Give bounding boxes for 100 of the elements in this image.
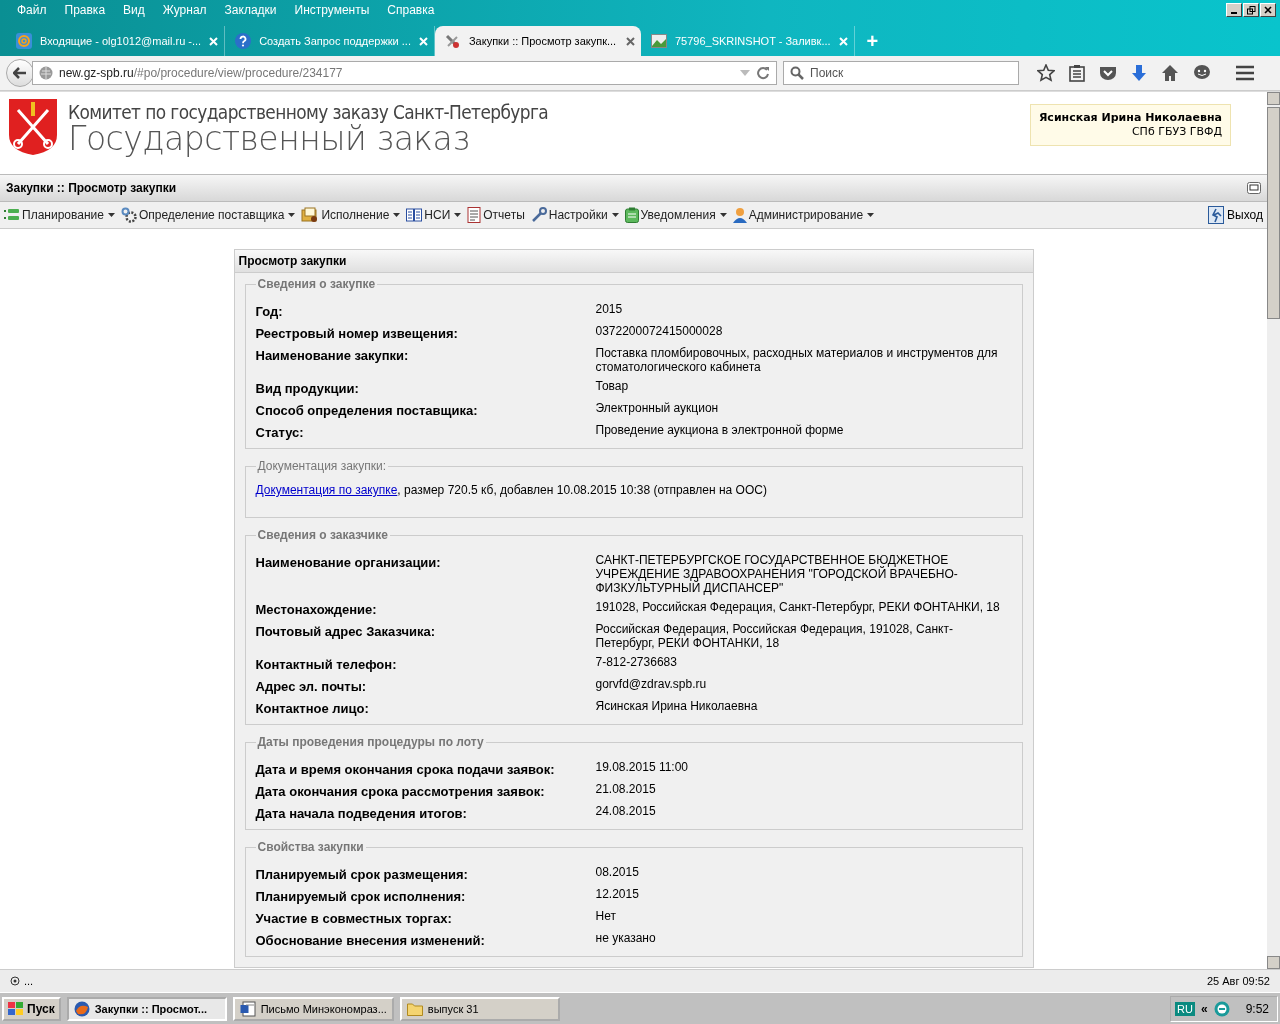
field-value: Нет xyxy=(595,909,617,925)
document-icon xyxy=(239,1001,256,1017)
field-value: 21.08.2015 xyxy=(595,782,657,798)
globe-icon xyxy=(73,1001,90,1017)
toolbar-menu[interactable]: Настройки xyxy=(530,207,619,223)
section-title: Даты проведения процедуры по лоту xyxy=(256,735,485,749)
question-icon xyxy=(235,33,252,49)
menu-item[interactable]: Правка xyxy=(55,3,115,17)
site-title: Государственный заказ xyxy=(68,122,470,156)
field-value: 24.08.2015 xyxy=(595,804,657,820)
field-value: Проведение аукциона в электронной форме xyxy=(595,423,845,439)
field-value: 0372200072415000028 xyxy=(595,324,724,340)
restore-button[interactable] xyxy=(1243,3,1259,17)
folder-icon xyxy=(301,207,320,223)
start-button[interactable]: Пуск xyxy=(2,997,61,1021)
status-text: ... xyxy=(24,975,34,987)
status-datetime: 25 Авг 09:52 xyxy=(1206,975,1270,987)
close-icon[interactable] xyxy=(625,36,635,46)
section-title: Сведения о закупке xyxy=(256,277,377,291)
toolbar-menu[interactable]: Отчеты xyxy=(467,207,525,223)
language-indicator[interactable]: RU xyxy=(1175,1002,1195,1016)
windows-logo-icon xyxy=(8,1002,24,1016)
toolbar-menu[interactable]: Планирование xyxy=(4,207,115,223)
field-value: 12.2015 xyxy=(595,887,640,903)
document-icon xyxy=(467,207,482,223)
field-value: Ясинская Ирина Николаевна xyxy=(595,699,759,715)
field-value: Поставка пломбировочных, расходных материалов и инструментов для стоматологического кабинета xyxy=(595,346,999,374)
document-info: Документация по закупке, размер 720.5 кб, добавлен 10.08.2015 10:38 (отправлен на ООС) xyxy=(255,482,768,499)
field-label: Планируемый срок исполнения: xyxy=(255,888,467,904)
field-value: САНКТ-ПЕТЕРБУРГСКОЕ ГОСУДАРСТВЕННОЕ БЮДЖЕТНОЕ УЧРЕЖДЕНИЕ ЗДРАВООХРАНЕНИЯ "ГОРОДСКОЙ ВРАЧЕБНО-ФИЗКУЛЬТУРНЫЙ ДИСПАНСЕР" xyxy=(595,553,959,595)
section-title: Свойства закупки xyxy=(256,840,365,854)
toolbar-menu[interactable]: Определение поставщика xyxy=(120,207,296,223)
wrench-icon xyxy=(530,207,547,223)
user-organization: СПб ГБУЗ ГВФД xyxy=(1130,125,1222,139)
coat-of-arms-icon xyxy=(8,98,58,156)
field-label: Способ определения поставщика: xyxy=(255,402,479,418)
toolbar-menu[interactable]: НСИ xyxy=(406,207,462,223)
toolbar-menu[interactable]: Исполнение xyxy=(301,207,401,223)
field-label: Вид продукции: xyxy=(255,380,360,396)
field-label: Адрес эл. почты: xyxy=(255,678,368,694)
field-value: 7-812-2736683 xyxy=(595,655,678,671)
home-icon[interactable] xyxy=(1161,64,1179,82)
toolbar-menu[interactable]: Уведомления xyxy=(624,207,727,223)
pocket-icon[interactable] xyxy=(1099,65,1117,81)
field-label: Дата и время окончания срока подачи заявок: xyxy=(255,761,556,777)
field-value: 2015 xyxy=(595,302,624,318)
download-icon[interactable] xyxy=(1131,64,1147,82)
menu-item[interactable]: Файл xyxy=(8,3,56,17)
search-field[interactable]: Поиск xyxy=(810,66,1012,80)
back-button[interactable] xyxy=(6,59,34,87)
circle-icon xyxy=(10,976,20,986)
toolbar-menu[interactable]: Администрирование xyxy=(732,207,875,223)
field-label: Почтовый адрес Заказчика: xyxy=(255,623,436,641)
field-value: Товар xyxy=(595,379,630,395)
chat-icon[interactable] xyxy=(1193,64,1211,82)
star-icon[interactable] xyxy=(1037,64,1055,82)
field-label: Обоснование внесения изменений: xyxy=(255,932,486,948)
clock: 9:52 xyxy=(1245,1002,1269,1016)
address-field[interactable]: new.gz-spb.ru/#po/procedure/view/procedure/234177 xyxy=(32,61,777,85)
field-label: Участие в совместных торгах: xyxy=(255,910,453,926)
back-arrow-icon xyxy=(13,67,27,79)
field-value: gorvfd@zdrav.spb.ru xyxy=(595,677,708,693)
user-icon xyxy=(732,207,747,223)
maximize-icon[interactable] xyxy=(1247,182,1261,194)
restore-icon xyxy=(1246,5,1256,15)
field-value: Российская Федерация, Российская Федерация, 191028, Санкт-Петербург, РЕКИ ФОНТАНКИ, 18 xyxy=(595,622,954,650)
field-label: Контактное лицо: xyxy=(255,700,370,716)
field-value: 191028, Российская Федерация, Санкт-Петербург, РЕКИ ФОНТАНКИ, 18 xyxy=(595,600,1001,616)
taskbar-button[interactable]: Закупки :: Просмот... xyxy=(66,997,227,1021)
menu-icon[interactable] xyxy=(1235,65,1255,81)
search-icon xyxy=(790,66,804,80)
card-title: Просмотр закупки xyxy=(234,250,1033,273)
scrollbar[interactable] xyxy=(1267,92,1280,969)
field-label: Наименование организации: xyxy=(255,554,442,572)
close-button[interactable] xyxy=(1260,3,1276,17)
logout-link[interactable]: Выход xyxy=(1208,206,1263,224)
gears-icon xyxy=(120,207,137,223)
close-icon xyxy=(1264,6,1272,14)
list-icon xyxy=(4,207,20,223)
minimize-button[interactable] xyxy=(1226,3,1242,17)
field-label: Дата начала подведения итогов: xyxy=(255,805,468,821)
field-label: Планируемый срок размещения: xyxy=(255,866,469,882)
tray-expand-button[interactable]: « xyxy=(1200,1002,1208,1016)
browser-tab[interactable]: Закупки :: Просмотр закупк... xyxy=(434,26,641,56)
reload-icon[interactable] xyxy=(756,66,770,80)
field-label: Контактный телефон: xyxy=(255,656,398,672)
search-box[interactable]: Поиск xyxy=(783,61,1019,85)
clipboard-icon[interactable] xyxy=(1069,64,1085,82)
field-value: Электронный аукцион xyxy=(595,401,720,417)
taskbar-button[interactable]: Письмо Минэкономраз... xyxy=(232,997,394,1021)
image-icon xyxy=(650,34,667,48)
clipboard-icon xyxy=(624,207,639,223)
menu-item[interactable]: Журнал xyxy=(153,3,216,17)
field-value: 19.08.2015 11:00 xyxy=(595,760,690,776)
menu-item[interactable]: Вид xyxy=(114,3,154,17)
user-name: Ясинская Ирина Николаевна xyxy=(1038,111,1222,125)
section-title: Сведения о заказчике xyxy=(256,528,389,542)
section-title: Документация закупки: xyxy=(256,459,388,473)
folder-icon xyxy=(406,1002,423,1016)
taskbar-button[interactable]: выпуск 31 xyxy=(399,997,560,1021)
